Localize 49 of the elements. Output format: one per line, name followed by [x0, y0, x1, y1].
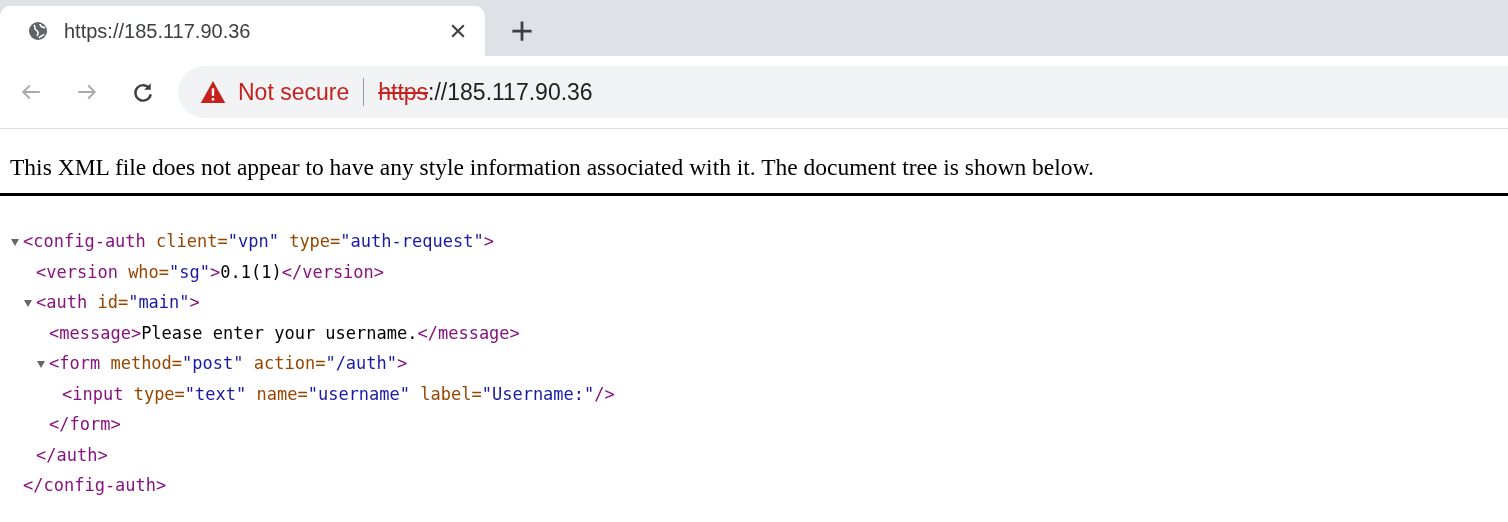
xml-tag: <auth	[36, 292, 88, 313]
xml-tag: >	[189, 292, 200, 313]
xml-tag: <form	[49, 353, 101, 374]
attribute-name: who=	[128, 261, 170, 282]
attribute-value: "Username:"	[481, 383, 595, 404]
xml-tag: </message>	[417, 322, 520, 343]
globe-icon	[28, 21, 48, 41]
close-icon[interactable]	[451, 24, 465, 38]
attribute-name: type=	[289, 231, 341, 252]
attribute-value: "vpn"	[227, 231, 279, 252]
attribute-value: "sg"	[169, 261, 211, 282]
xml-tag: </form>	[49, 414, 121, 435]
attribute-value: "post"	[182, 353, 244, 374]
new-tab-icon[interactable]	[511, 20, 533, 42]
attribute-name: method=	[110, 353, 183, 374]
collapse-toggle-icon[interactable]	[23, 298, 33, 309]
xml-tag: </version>	[281, 261, 385, 282]
attribute-value: "/auth"	[325, 353, 398, 374]
reload-icon[interactable]	[132, 81, 154, 103]
attribute-name: type=	[133, 383, 185, 404]
element-text: Please enter your username.	[141, 322, 418, 343]
xml-tag: <version	[36, 261, 118, 282]
xml-tag: >	[210, 261, 221, 282]
collapse-toggle-icon[interactable]	[36, 359, 46, 370]
xml-tag: />	[594, 383, 615, 404]
xml-tag: <config-auth	[23, 231, 146, 252]
notice-text: This XML file does not appear to have any style information associated with it. The document tree is shown below.	[10, 153, 1095, 181]
attribute-name: name=	[256, 383, 308, 404]
element-text: 0.1(1)	[220, 261, 282, 282]
attribute-name: id=	[97, 292, 129, 313]
security-label[interactable]: Not secure	[238, 78, 350, 106]
xml-tag: </auth>	[36, 444, 108, 465]
xml-tag: </config-auth>	[23, 475, 167, 496]
tab-title: https://185.117.90.36	[64, 19, 252, 43]
xml-tag: >	[483, 231, 494, 252]
attribute-name: client=	[156, 231, 228, 252]
attribute-value: "username"	[307, 383, 411, 404]
xml-tag: <message>	[49, 322, 142, 343]
attribute-name: action=	[253, 353, 326, 374]
xml-tag: <input	[62, 383, 124, 404]
attribute-value: "main"	[128, 292, 190, 313]
url-text: https://185.117.90.36	[378, 78, 593, 106]
address-bar[interactable]: Not secure https://185.117.90.36	[178, 66, 1508, 118]
attribute-value: "auth-request"	[340, 231, 484, 252]
browser-tab[interactable]: https://185.117.90.36	[0, 6, 485, 56]
collapse-toggle-icon[interactable]	[10, 237, 20, 248]
attribute-name: label=	[420, 383, 482, 404]
attribute-value: "text"	[184, 383, 247, 404]
xml-tag: >	[397, 353, 408, 374]
